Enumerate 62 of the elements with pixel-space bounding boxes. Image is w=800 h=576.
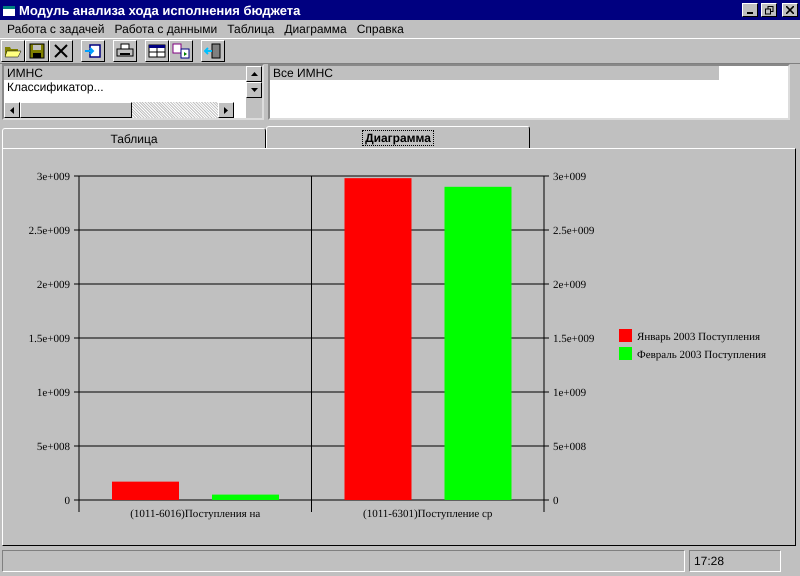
y-tick-label: 2.5e+009	[553, 225, 594, 237]
tab[interactable]: Диаграмма	[266, 126, 530, 148]
list-item[interactable]: ИМНС	[4, 66, 246, 80]
bar	[212, 494, 279, 500]
category-label: (1011-6016)Поступления на	[130, 508, 260, 520]
minimize-button[interactable]	[742, 3, 758, 17]
table-button[interactable]	[145, 40, 169, 62]
scroll-down-button[interactable]	[246, 82, 262, 98]
y-tick-label: 0	[64, 495, 70, 507]
scroll-right-button[interactable]	[218, 102, 234, 118]
up-arrow-icon	[250, 72, 258, 76]
import-button[interactable]	[81, 40, 105, 62]
table-icon	[148, 43, 166, 59]
menu-item[interactable]: Работа с данными	[109, 22, 222, 36]
app-icon	[2, 4, 16, 16]
y-tick-label: 2.5e+009	[28, 225, 70, 237]
scroll-up-button[interactable]	[246, 66, 262, 82]
list-box[interactable]: Все ИМНС	[268, 64, 790, 120]
legend-label: Февраль 2003 Поступления	[637, 349, 766, 361]
menu-item[interactable]: Справка	[352, 22, 409, 36]
right-arrow-icon	[224, 106, 228, 114]
y-tick-label: 2e+009	[36, 279, 70, 291]
print-button[interactable]	[113, 40, 137, 62]
y-tick-label: 5e+008	[553, 441, 586, 453]
close-icon	[786, 6, 794, 14]
swap-windows-icon	[172, 43, 190, 59]
status-time: 17:28	[689, 550, 781, 572]
left-arrow-icon	[10, 106, 14, 114]
close-icon	[52, 43, 70, 59]
chart-button[interactable]	[169, 40, 193, 62]
menu-item[interactable]: Таблица	[222, 22, 280, 36]
save-button[interactable]	[25, 40, 49, 62]
import-icon	[84, 43, 102, 59]
y-tick-label: 3e+009	[553, 171, 586, 183]
tab[interactable]: Таблица	[2, 128, 266, 148]
legend-label: Январь 2003 Поступления	[637, 331, 760, 343]
scroll-thumb[interactable]	[20, 102, 132, 118]
y-tick-label: 1.5e+009	[553, 333, 594, 345]
list-item[interactable]: Все ИМНС	[270, 66, 719, 80]
y-tick-label: 0	[553, 495, 558, 507]
exit-door-icon	[204, 43, 222, 59]
exit-button[interactable]	[201, 40, 225, 62]
close-button[interactable]	[782, 3, 798, 17]
scroll-left-button[interactable]	[4, 102, 20, 118]
menu-item[interactable]: Диаграмма	[279, 22, 352, 36]
y-tick-label: 2e+009	[553, 279, 586, 291]
list-box[interactable]: ИМНС Классификатор...	[2, 64, 264, 120]
delete-button[interactable]	[49, 40, 73, 62]
restore-icon	[764, 6, 774, 14]
printer-icon	[116, 43, 134, 59]
y-tick-label: 5e+008	[36, 441, 70, 453]
y-tick-label: 1e+009	[553, 387, 586, 399]
y-tick-label: 1.5e+009	[28, 333, 70, 345]
category-label: (1011-6301)Поступление ср	[363, 508, 492, 520]
window-title: Модуль анализа хода исполнения бюджета	[19, 2, 302, 18]
down-arrow-icon	[250, 88, 258, 92]
bar	[112, 482, 179, 500]
y-tick-label: 3e+009	[36, 171, 70, 183]
menu-item[interactable]: Работа с задачей	[2, 22, 110, 36]
restore-button[interactable]	[761, 3, 777, 17]
open-button[interactable]	[1, 40, 25, 62]
y-tick-label: 1e+009	[36, 387, 70, 399]
